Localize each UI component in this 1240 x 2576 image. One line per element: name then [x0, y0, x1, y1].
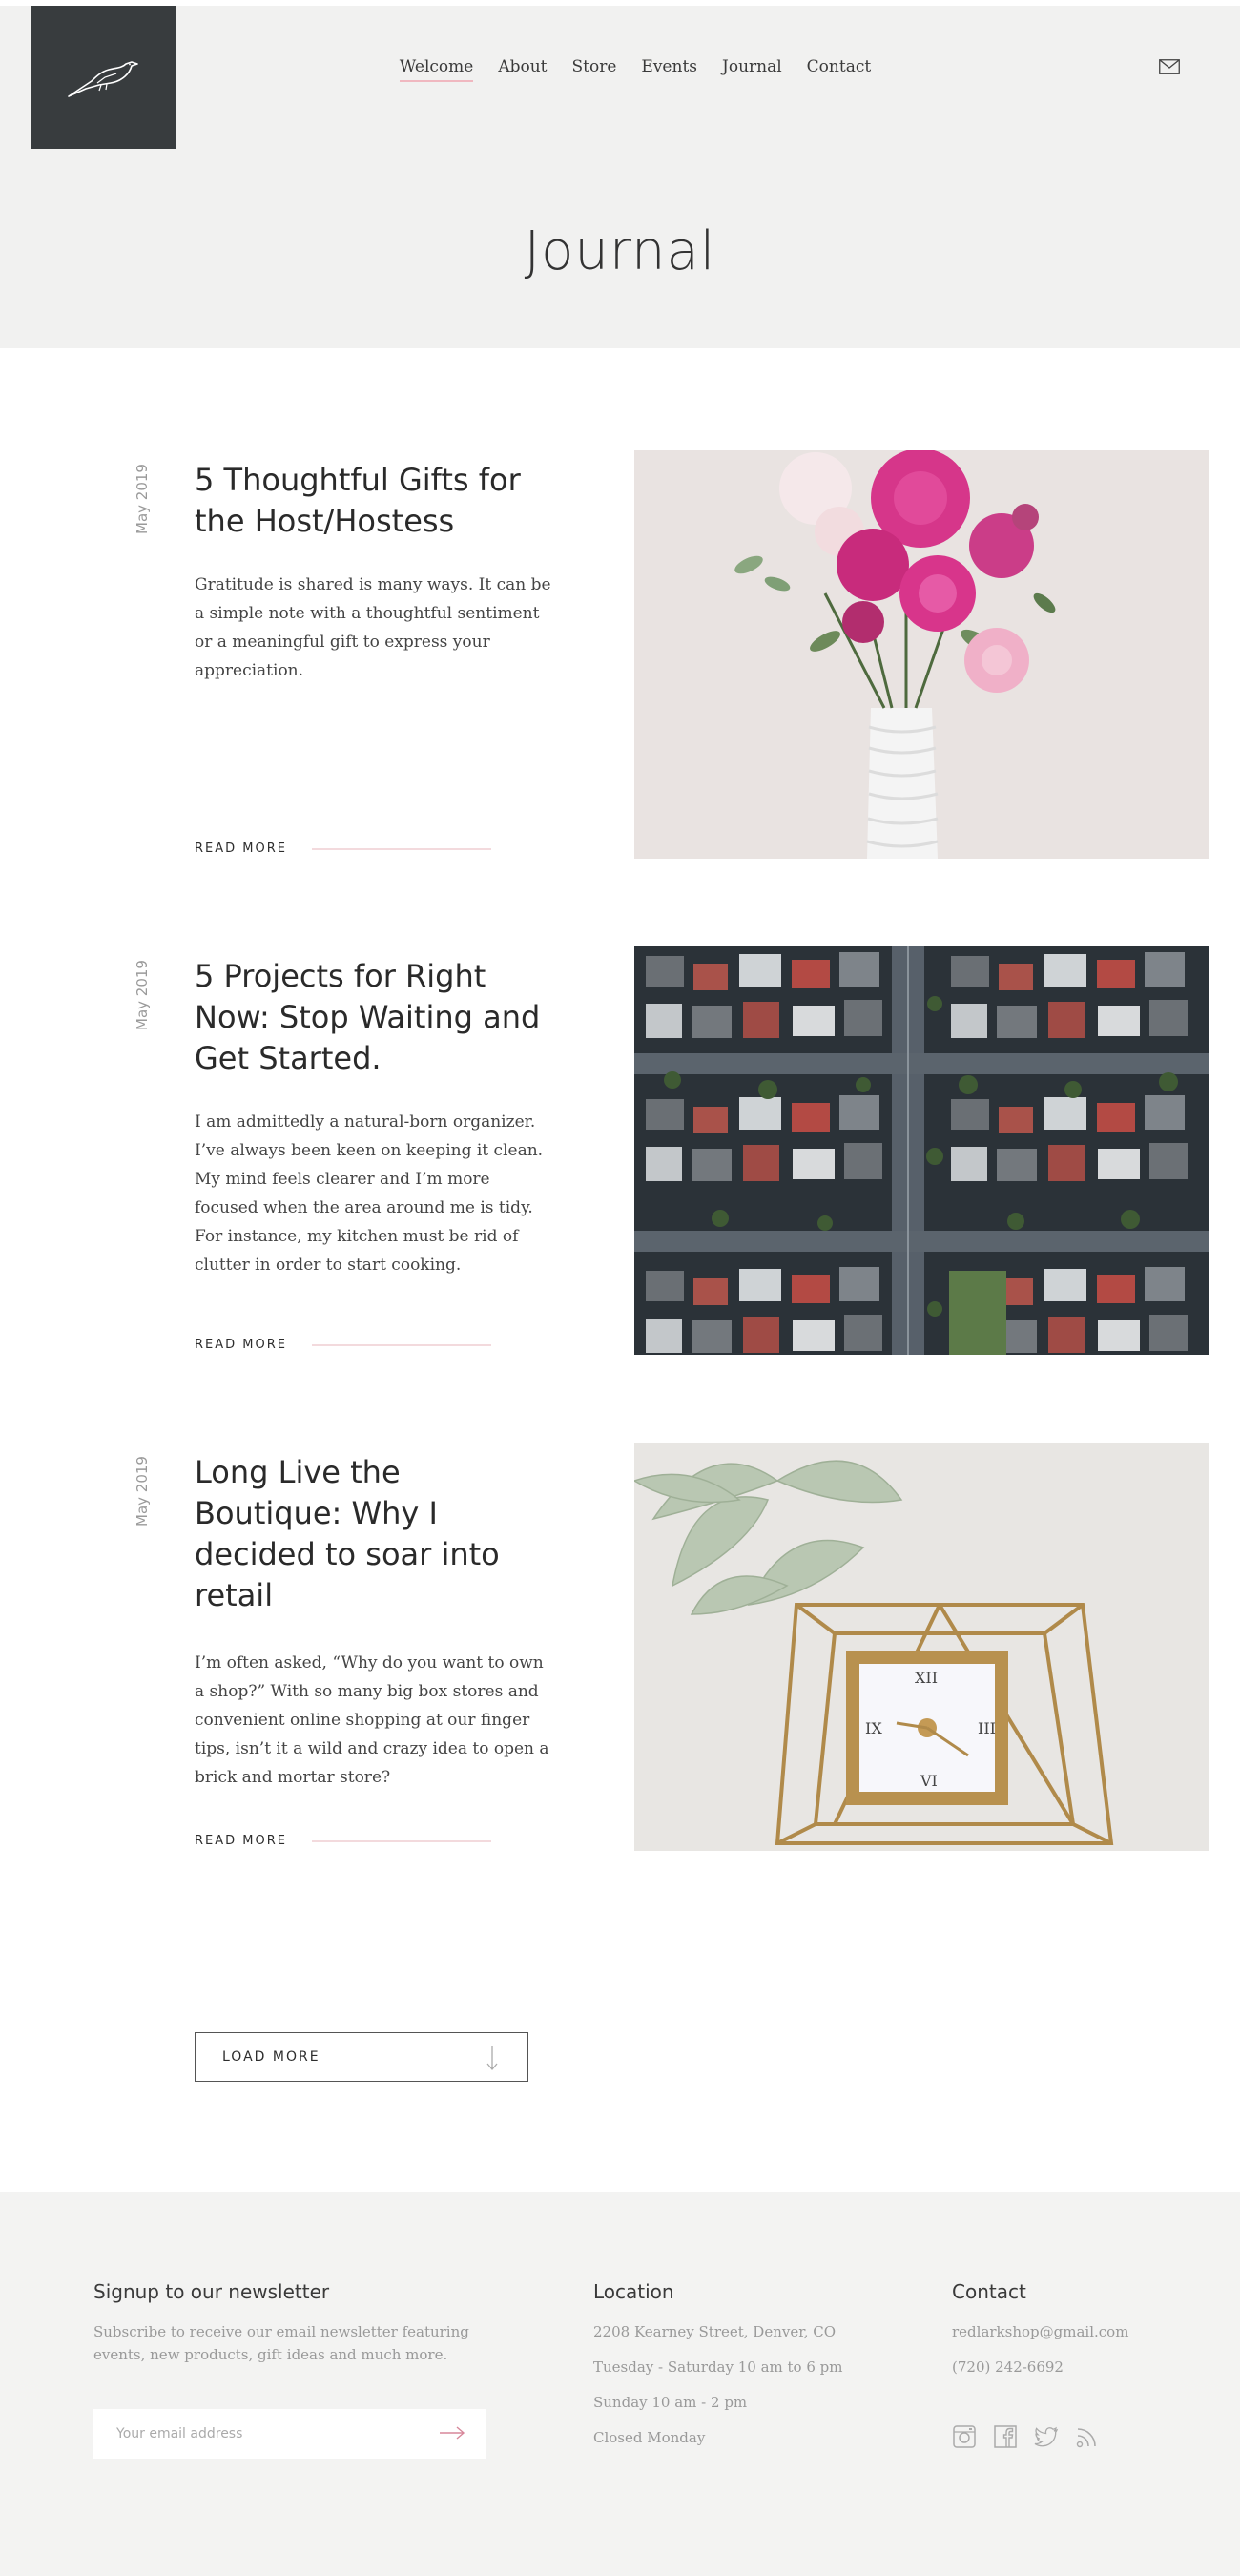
journal-post: May 2019 Long Live the Boutique: Why I d…: [0, 1443, 1240, 1851]
contact-phone[interactable]: (720) 242-6692: [952, 2356, 1064, 2379]
svg-text:III: III: [978, 1719, 996, 1737]
instagram-icon[interactable]: [952, 2424, 977, 2449]
read-more-link[interactable]: READ MORE: [195, 841, 491, 856]
nav-item-store[interactable]: Store: [572, 57, 617, 82]
post-excerpt: Gratitude is shared is many ways. It can…: [195, 575, 551, 680]
nav-item-events[interactable]: Events: [641, 57, 697, 82]
read-more-underline: [311, 1343, 491, 1346]
post-title[interactable]: Long Live the Boutique: Why I decided to…: [195, 1452, 557, 1616]
post-image-flowers[interactable]: [634, 450, 1209, 859]
envelope-icon[interactable]: [1159, 59, 1180, 74]
page-title: Journal: [524, 220, 716, 282]
post-date: May 2019: [134, 960, 151, 1030]
footer: Signup to our newsletter Subscribe to re…: [0, 2192, 1240, 2576]
twitter-icon[interactable]: [1034, 2424, 1059, 2449]
svg-text:VI: VI: [920, 1772, 938, 1790]
read-more-underline: [311, 1839, 491, 1842]
nav-item-welcome[interactable]: Welcome: [399, 57, 473, 82]
read-more-link[interactable]: READ MORE: [195, 1338, 491, 1352]
post-image-clock[interactable]: XII III VI IX: [634, 1443, 1209, 1851]
email-input[interactable]: [116, 2426, 422, 2441]
read-more-link[interactable]: READ MORE: [195, 1834, 491, 1848]
newsletter-text: Subscribe to receive our email newslette…: [93, 2323, 469, 2363]
post-excerpt: I am admittedly a natural-born organizer…: [195, 1112, 544, 1275]
post-image-neighborhood[interactable]: [634, 946, 1209, 1355]
post-date: May 2019: [134, 464, 151, 534]
read-more-label: READ MORE: [195, 1834, 287, 1848]
read-more-label: READ MORE: [195, 1338, 287, 1352]
contact-email[interactable]: redlarkshop@gmail.com: [952, 2320, 1128, 2343]
post-title[interactable]: 5 Projects for Right Now: Stop Waiting a…: [195, 956, 557, 1079]
load-more-label: LOAD MORE: [222, 2049, 320, 2065]
rss-icon[interactable]: [1075, 2424, 1100, 2449]
nav-item-about[interactable]: About: [498, 57, 547, 82]
contact-heading: Contact: [952, 2280, 1026, 2303]
main-nav: Welcome About Store Events Journal Conta…: [0, 57, 1240, 82]
nav-item-contact[interactable]: Contact: [807, 57, 872, 82]
hero-header: Welcome About Store Events Journal Conta…: [0, 0, 1240, 348]
arrow-right-icon[interactable]: [439, 2425, 465, 2441]
location-hours: Tuesday - Saturday 10 am to 6 pm: [593, 2358, 843, 2376]
journal-post: May 2019 5 Projects for Right Now: Stop …: [0, 946, 1240, 1355]
location-hours: Sunday 10 am - 2 pm: [593, 2394, 748, 2411]
svg-text:XII: XII: [915, 1669, 938, 1687]
arrow-down-icon: [486, 2046, 498, 2071]
post-date: May 2019: [134, 1456, 151, 1527]
read-more-label: READ MORE: [195, 841, 287, 856]
facebook-icon[interactable]: [993, 2424, 1018, 2449]
post-excerpt: I’m often asked, “Why do you want to own…: [195, 1653, 549, 1787]
location-heading: Location: [593, 2280, 674, 2303]
nav-item-journal[interactable]: Journal: [722, 57, 782, 82]
read-more-underline: [311, 847, 491, 850]
social-links: [952, 2424, 1100, 2449]
post-title[interactable]: 5 Thoughtful Gifts for the Host/Hostess: [195, 460, 557, 542]
newsletter-heading: Signup to our newsletter: [93, 2280, 330, 2303]
newsletter-form: [93, 2409, 486, 2459]
location-hours: Closed Monday: [593, 2429, 706, 2446]
location-address: 2208 Kearney Street, Denver, CO: [593, 2323, 837, 2340]
svg-text:IX: IX: [865, 1719, 882, 1737]
load-more-button[interactable]: LOAD MORE: [195, 2032, 528, 2082]
journal-post: May 2019 5 Thoughtful Gifts for the Host…: [0, 450, 1240, 859]
